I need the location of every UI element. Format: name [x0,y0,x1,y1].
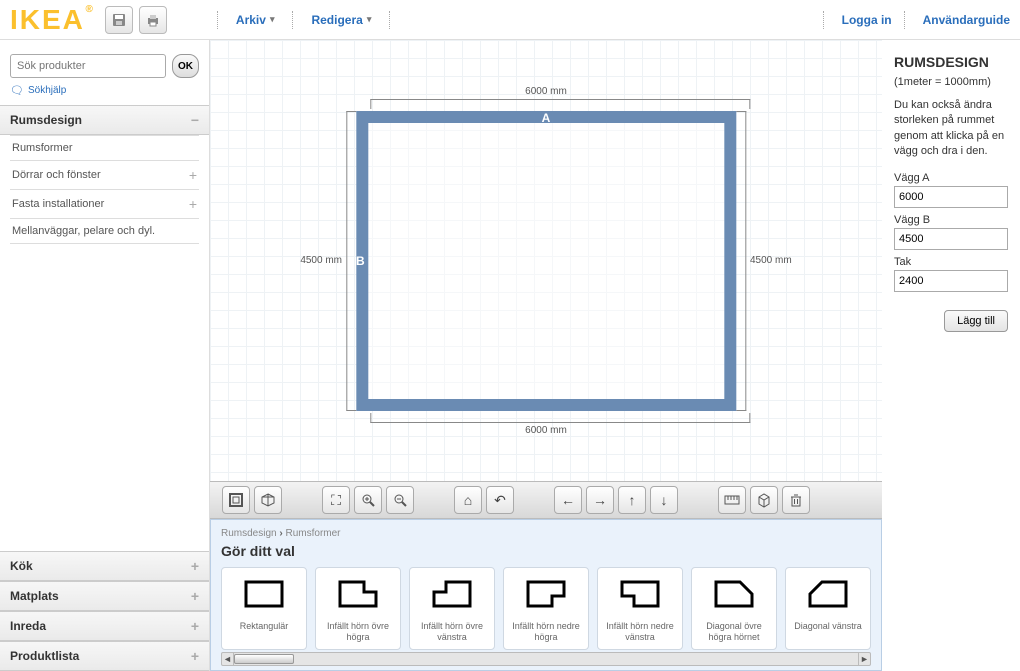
plus-icon: + [189,167,197,183]
plus-icon: + [191,648,199,664]
delete-button[interactable] [782,486,810,514]
wall-a-label: Vägg A [894,172,1008,184]
center-area: 6000 mm 4500 mm A B 4500 mm [210,40,882,671]
panel-title: RUMSDESIGN [894,54,1008,70]
section-rumsdesign[interactable]: Rumsdesign− [0,105,209,135]
menu-arkiv[interactable]: Arkiv▾ [236,13,275,27]
dimension-top-label: 6000 mm [300,86,791,97]
add-button[interactable]: Lägg till [944,310,1008,332]
left-sidebar: OK 🗨 Sökhjälp Rumsdesign− Rumsformer Dör… [0,40,210,671]
print-button[interactable] [139,6,167,34]
right-panel: RUMSDESIGN (1meter = 1000mm) Du kan ocks… [882,40,1020,671]
ceiling-label: Tak [894,256,1008,268]
zoom-in-button[interactable] [354,486,382,514]
pan-left-button[interactable]: ← [554,486,582,514]
sidebar-item-rumsformer[interactable]: Rumsformer [10,135,199,160]
shape-infallt-nedre-hogra[interactable]: Infällt hörn nedre högra [503,567,589,650]
chevron-down-icon: ▾ [270,14,275,25]
wall-b-label: B [356,254,365,268]
shape-infallt-ovre-vanstra[interactable]: Infällt hörn övre vänstra [409,567,495,650]
menu-redigera[interactable]: Redigera▾ [311,13,371,27]
canvas-toolbar: ⛶ ⌂ ↶ ← → ↑ ↓ [210,481,882,519]
plus-icon: + [191,618,199,634]
pan-up-button[interactable]: ↑ [618,486,646,514]
view-3d-button[interactable] [254,486,282,514]
room-outline[interactable]: A B [356,111,736,411]
wall-a-input[interactable] [894,186,1008,208]
shape-infallt-ovre-hogra[interactable]: Infällt hörn övre högra [315,567,401,650]
sidebar-item-fasta[interactable]: Fasta installationer+ [10,189,199,218]
dimension-bottom-label: 6000 mm [300,425,791,436]
undo-button[interactable]: ↶ [486,486,514,514]
measure-button[interactable] [718,486,746,514]
wall-b-input[interactable] [894,228,1008,250]
plus-icon: + [191,588,199,604]
ikea-logo: IKEA® [10,4,85,36]
scroll-thumb[interactable] [234,654,294,664]
panel-description: Du kan också ändra storleken på rummet g… [894,98,1008,160]
room-canvas[interactable]: 6000 mm 4500 mm A B 4500 mm [210,40,882,481]
dimension-right-label: 4500 mm [750,255,792,266]
shape-rektangular[interactable]: Rektangulär [221,567,307,650]
pan-right-button[interactable]: → [586,486,614,514]
shape-picker: Rumsdesign › Rumsformer Gör ditt val Rek… [210,519,882,671]
wall-b-label: Vägg B [894,214,1008,226]
shape-diagonal-ovre-hogra[interactable]: Diagonal övre högra hörnet [691,567,777,650]
search-help-link[interactable]: 🗨 Sökhjälp [10,84,199,97]
header: IKEA® Arkiv▾ Redigera▾ Logga in Användar… [0,0,1020,40]
wall-a-label: A [542,111,551,125]
panel-note: (1meter = 1000mm) [894,76,1008,88]
home-button[interactable]: ⌂ [454,486,482,514]
section-produktlista[interactable]: Produktlista+ [0,641,209,671]
shape-scrollbar[interactable]: ◄ ► [221,652,871,666]
dimension-left-label: 4500 mm [300,255,342,266]
shape-diagonal-vanstra[interactable]: Diagonal vänstra [785,567,871,650]
zoom-out-button[interactable] [386,486,414,514]
sidebar-item-dorrar[interactable]: Dörrar och fönster+ [10,160,199,189]
section-inreda[interactable]: Inreda+ [0,611,209,641]
plus-icon: + [191,558,199,574]
shape-infallt-nedre-vanstra[interactable]: Infällt hörn nedre vänstra [597,567,683,650]
login-link[interactable]: Logga in [842,13,892,27]
plus-icon: + [189,196,197,212]
view-2d-button[interactable] [222,486,250,514]
zoom-fit-button[interactable]: ⛶ [322,486,350,514]
ceiling-input[interactable] [894,270,1008,292]
search-input[interactable] [10,54,166,78]
breadcrumb: Rumsdesign › Rumsformer [221,528,871,539]
speech-bubble-icon: 🗨 [10,84,24,97]
pan-down-button[interactable]: ↓ [650,486,678,514]
section-matplats[interactable]: Matplats+ [0,581,209,611]
scroll-left-arrow[interactable]: ◄ [222,653,234,665]
user-guide-link[interactable]: Användarguide [923,13,1010,27]
box-3d-button[interactable] [750,486,778,514]
scroll-right-arrow[interactable]: ► [858,653,870,665]
minus-icon: − [191,112,199,128]
chevron-down-icon: ▾ [367,14,372,25]
search-ok-button[interactable]: OK [172,54,199,78]
section-kok[interactable]: Kök+ [0,551,209,581]
save-button[interactable] [105,6,133,34]
picker-title: Gör ditt val [221,543,871,559]
sidebar-item-mellanvaggar[interactable]: Mellanväggar, pelare och dyl. [10,218,199,244]
